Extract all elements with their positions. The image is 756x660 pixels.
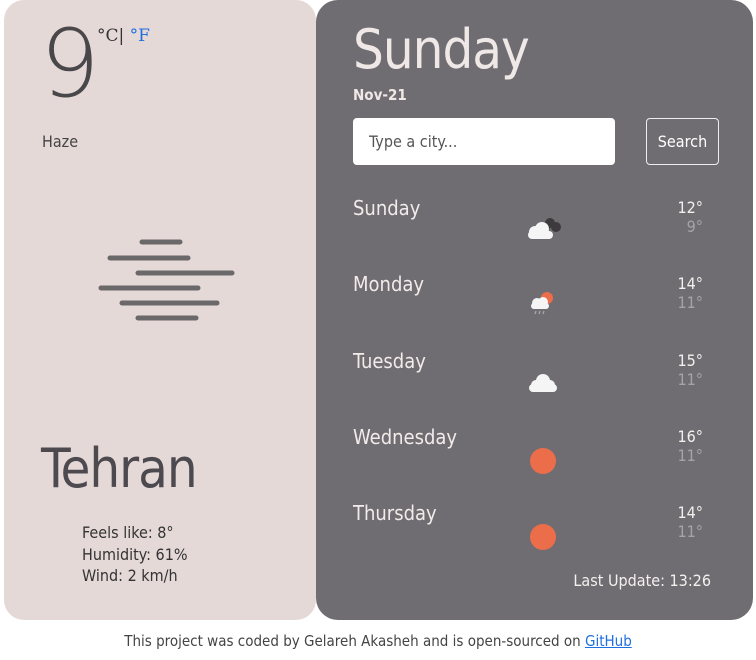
celsius-unit[interactable]: °C — [97, 26, 119, 46]
city-name: Tehran — [41, 437, 198, 500]
forecast-max: 14° — [677, 274, 703, 293]
current-day: Sunday — [353, 18, 530, 81]
forecast-max: 16° — [677, 427, 703, 446]
forecast-min: 9° — [686, 217, 703, 236]
github-link[interactable]: GitHub — [585, 632, 632, 650]
forecast-day: Tuesday — [353, 349, 426, 373]
search-button[interactable]: Search — [646, 118, 719, 165]
forecast-row: Sunday 12° 9° — [353, 196, 713, 256]
cloud-icon — [529, 374, 557, 392]
fahrenheit-link[interactable]: °F — [130, 26, 150, 46]
forecast-day: Thursday — [353, 501, 437, 525]
forecast-max: 15° — [677, 351, 703, 370]
forecast-min: 11° — [677, 522, 703, 541]
weather-description: Haze — [42, 132, 79, 151]
forecast-row: Monday 14° 11° — [353, 272, 713, 332]
current-date: Nov-21 — [353, 86, 407, 104]
footer-text: This project was coded by Gelareh Akashe… — [124, 632, 585, 650]
forecast-day: Sunday — [353, 196, 421, 220]
forecast-day: Monday — [353, 272, 425, 296]
feels-like: Feels like: 8° — [82, 523, 174, 542]
forecast-day: Wednesday — [353, 425, 458, 449]
forecast-min: 11° — [677, 370, 703, 389]
forecast-min: 11° — [677, 446, 703, 465]
sun-icon — [530, 524, 556, 550]
haze-icon — [98, 239, 235, 321]
current-temperature: 9 — [40, 10, 100, 119]
forecast-max: 14° — [677, 503, 703, 522]
clouds-icon — [528, 218, 561, 239]
unit-switch: °C| °F — [97, 26, 150, 46]
last-update: Last Update: 13:26 — [573, 571, 711, 590]
forecast-min: 11° — [677, 293, 703, 312]
sun-icon — [530, 448, 556, 474]
footer: This project was coded by Gelareh Akashe… — [0, 632, 756, 650]
forecast-row: Tuesday 15° 11° — [353, 349, 713, 409]
humidity: Humidity: 61% — [82, 544, 188, 564]
sun-rain-icon — [531, 292, 553, 315]
wind: Wind: 2 km/h — [82, 566, 178, 585]
forecast-max: 12° — [677, 198, 703, 217]
city-search-input[interactable] — [353, 118, 615, 165]
forecast-row: Thursday 14° 11° — [353, 501, 713, 561]
weather-details: Feels like: 8° Humidity: 61% Wind: 2 km/… — [82, 522, 188, 587]
unit-separator: | — [118, 26, 125, 46]
forecast-row: Wednesday 16° 11° — [353, 425, 713, 485]
